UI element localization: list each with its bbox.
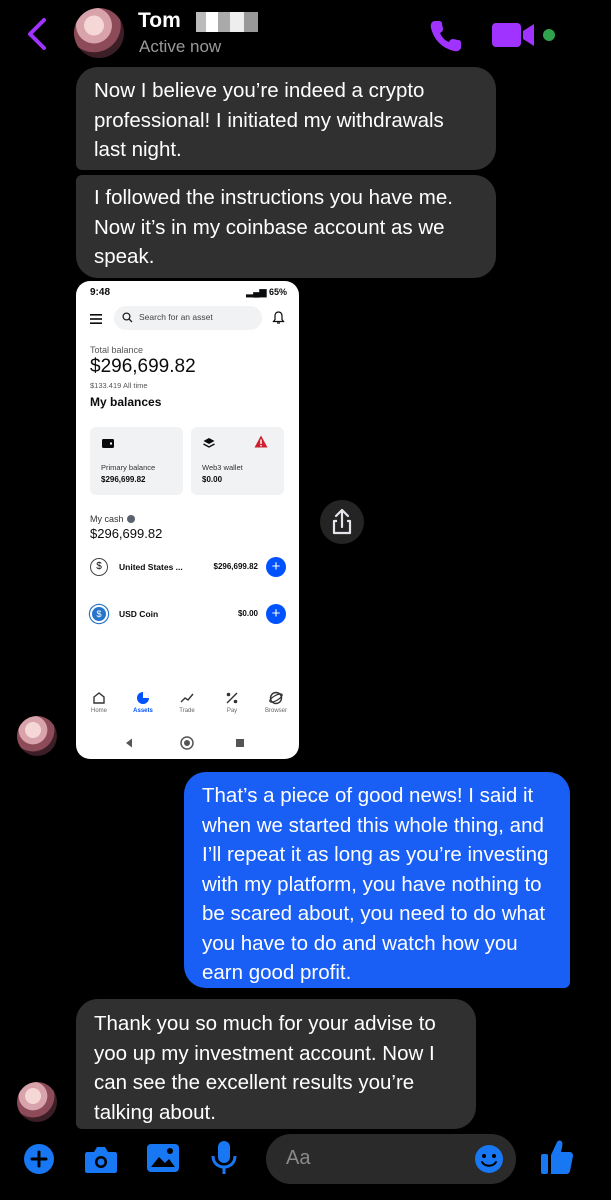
shared-image-message[interactable]: 9:48 ▂▄▆ 65% Search for an asset Total b…: [76, 281, 299, 759]
menu-icon: [90, 314, 102, 324]
contact-avatar[interactable]: [74, 8, 124, 58]
incoming-message[interactable]: I followed the instructions you have me.…: [76, 175, 496, 278]
bell-icon: [272, 311, 285, 324]
thumbs-up-icon[interactable]: [540, 1138, 574, 1176]
asset-name: USD Coin: [119, 609, 159, 619]
wallet-icon: [102, 439, 114, 448]
plus-icon[interactable]: [24, 1144, 54, 1174]
globe-icon: [269, 691, 283, 705]
primary-balance-card: Primary balance $296,699.82: [90, 427, 183, 495]
info-icon: [126, 515, 135, 523]
card-label: Web3 wallet: [202, 463, 243, 472]
asset-row: $ USD Coin $0.00 +: [90, 603, 286, 627]
warning-icon: [254, 435, 268, 448]
active-status: Active now: [139, 37, 222, 56]
nav-browser: Browser: [256, 691, 296, 714]
camera-icon[interactable]: [84, 1144, 118, 1174]
pie-icon: [137, 692, 149, 704]
percent-icon: [226, 692, 238, 704]
phone-icon[interactable]: [426, 16, 466, 56]
nav-home: Home: [79, 691, 119, 714]
search-placeholder: Search for an asset: [139, 312, 213, 322]
card-value: $296,699.82: [101, 475, 146, 484]
app-bottom-nav: Home Assets Trade Pay Browser: [76, 691, 299, 727]
incoming-message[interactable]: Thank you so much for your advise to yoo…: [76, 999, 476, 1129]
signal-icon: ▂▄▆: [246, 287, 269, 297]
incoming-message[interactable]: Now I believe you’re indeed a crypto pro…: [76, 67, 496, 170]
mic-icon[interactable]: [210, 1140, 238, 1176]
status-time: 9:48: [90, 287, 111, 298]
search-icon: [122, 312, 133, 323]
usd-icon: $: [90, 558, 108, 576]
asset-search: Search for an asset: [114, 306, 262, 330]
my-cash-label: My cash: [90, 514, 135, 524]
online-indicator: [543, 29, 555, 41]
card-label: Primary balance: [101, 463, 156, 472]
status-battery: ▂▄▆ 65%: [246, 287, 287, 297]
chat-header: Tom Active now: [0, 0, 611, 66]
home-icon: [93, 692, 105, 704]
input-placeholder: Aa: [286, 1147, 311, 1169]
message-composer: Aa: [0, 1130, 611, 1200]
web3-wallet-card: Web3 wallet $0.00: [191, 427, 284, 495]
nav-pay: Pay: [212, 691, 252, 714]
add-icon: +: [266, 604, 286, 624]
asset-row: $ United States ... $296,699.82 +: [90, 556, 286, 580]
share-icon[interactable]: [320, 500, 364, 544]
outgoing-message[interactable]: That’s a piece of good news! I said it w…: [184, 772, 570, 988]
emoji-icon[interactable]: [474, 1144, 504, 1174]
nav-assets: Assets: [123, 691, 163, 714]
contact-name[interactable]: Tom: [138, 9, 181, 33]
layers-icon: [203, 438, 215, 448]
add-icon: +: [266, 557, 286, 577]
asset-name: United States ...: [119, 562, 183, 572]
contact-avatar[interactable]: [17, 1082, 57, 1122]
my-cash-value: $296,699.82: [90, 526, 163, 541]
contact-avatar[interactable]: [17, 716, 57, 756]
redacted-surname: [196, 12, 258, 32]
all-time-change: $133.419 All time: [90, 381, 148, 390]
usdc-icon: $: [90, 605, 108, 623]
card-value: $0.00: [202, 475, 223, 484]
total-balance-value: $296,699.82: [90, 356, 196, 377]
android-system-nav: [126, 736, 244, 750]
total-balance-label: Total balance: [90, 345, 144, 355]
message-input[interactable]: Aa: [266, 1134, 516, 1184]
trend-icon: [180, 693, 194, 703]
asset-value: $296,699.82: [213, 562, 259, 571]
asset-value: $0.00: [237, 609, 258, 618]
my-balances-label: My balances: [90, 395, 162, 409]
nav-trade: Trade: [167, 691, 207, 714]
image-icon[interactable]: [146, 1142, 180, 1174]
video-icon[interactable]: [492, 22, 534, 48]
back-chevron-icon[interactable]: [22, 14, 52, 54]
